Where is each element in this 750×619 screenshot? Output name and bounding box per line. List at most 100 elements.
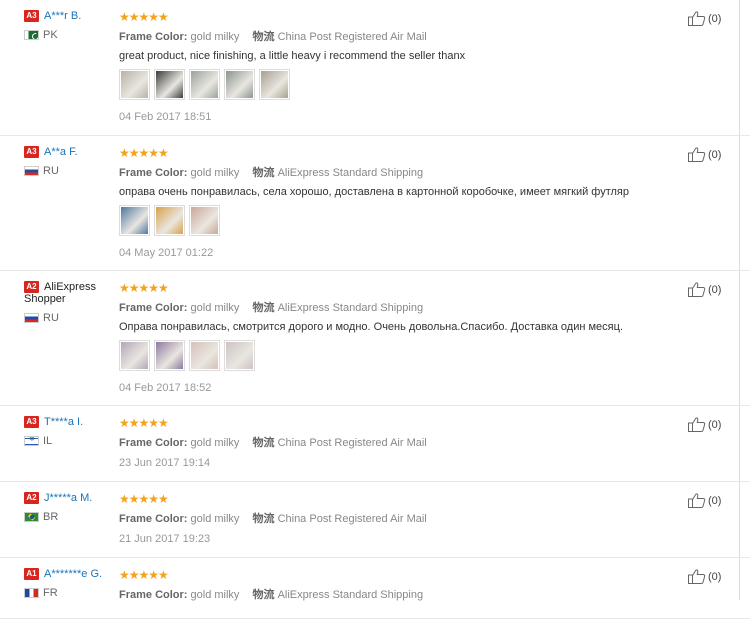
- shipping-label: 物流: [252, 513, 275, 525]
- level-badge: A3: [24, 146, 39, 159]
- order-attributes: Frame Color: gold milky 物流 China Post Re…: [119, 28, 679, 44]
- frame-color-value: gold milky: [190, 167, 240, 179]
- review-photo-thumbnail[interactable]: [224, 69, 255, 100]
- order-attributes: Frame Color: gold milky 物流 AliExpress St…: [119, 299, 679, 315]
- review-photo-thumbnail[interactable]: [154, 69, 185, 100]
- helpful-button[interactable]: (0): [688, 147, 721, 162]
- review-body: ★★★★★ Frame Color: gold milky 物流 China P…: [119, 10, 679, 123]
- frame-color-label: Frame Color:: [119, 513, 188, 525]
- reviewer-name[interactable]: A*******e G.: [44, 568, 102, 580]
- reviewer-info: A3 A**a F. RU: [24, 146, 116, 177]
- review-body: ★★★★★ Frame Color: gold milky 物流 AliExpr…: [119, 281, 679, 394]
- helpful-button[interactable]: (0): [688, 417, 721, 432]
- review-body: ★★★★★ Frame Color: gold milky 物流 China P…: [119, 492, 679, 545]
- shipping-label: 物流: [252, 589, 275, 601]
- level-badge: A1: [24, 568, 39, 581]
- review-photo-thumbnail[interactable]: [119, 69, 150, 100]
- helpful-count: (0): [708, 283, 722, 296]
- shipping-label: 物流: [252, 437, 275, 449]
- review-photo-thumbnail[interactable]: [259, 69, 290, 100]
- helpful-count: (0): [708, 148, 722, 161]
- reviewer-name[interactable]: A***r B.: [44, 10, 81, 22]
- review-item: A3 A**a F. RU ★★★★★ Frame Color: gold mil…: [0, 136, 750, 271]
- star-rating: ★★★★★: [119, 492, 169, 506]
- reviewer-country: RU: [24, 312, 116, 324]
- review-item: A1 A*******e G. FR ★★★★★ Frame Color: gol…: [0, 558, 750, 619]
- review-photo-thumbnail[interactable]: [119, 340, 150, 371]
- thumbs-up-icon: [688, 11, 706, 26]
- review-photo-thumbnail[interactable]: [154, 205, 185, 236]
- frame-color-value: gold milky: [190, 437, 240, 449]
- reviewer-country: RU: [24, 165, 116, 177]
- review-photo-thumbnail[interactable]: [154, 340, 185, 371]
- country-code: RU: [43, 312, 59, 325]
- star-rating: ★★★★★: [119, 416, 169, 430]
- review-photo-thumbnail[interactable]: [224, 340, 255, 371]
- frame-color-label: Frame Color:: [119, 589, 188, 601]
- reviewer-name[interactable]: T****a I.: [44, 416, 83, 428]
- review-text: оправа очень понравилась, села хорошо, д…: [119, 186, 630, 198]
- shipping-method: China Post Registered Air Mail: [277, 437, 427, 449]
- frame-color-value: gold milky: [190, 513, 240, 525]
- helpful-button[interactable]: (0): [688, 282, 721, 297]
- reviewer-info: A2 AliExpress Shopper RU: [24, 281, 116, 324]
- review-item: A2 AliExpress Shopper RU ★★★★★ Frame Colo…: [0, 271, 750, 406]
- helpful-count: (0): [708, 418, 722, 431]
- order-attributes: Frame Color: gold milky 物流 China Post Re…: [119, 434, 679, 450]
- reviewer-country: IL: [24, 435, 116, 447]
- helpful-button[interactable]: (0): [688, 569, 721, 584]
- thumbs-up-icon: [688, 569, 706, 584]
- review-photo-thumbnail[interactable]: [189, 340, 220, 371]
- review-photo-thumbnail[interactable]: [189, 205, 220, 236]
- reviewer-name[interactable]: A**a F.: [44, 146, 78, 158]
- frame-color-value: gold milky: [190, 31, 240, 43]
- review-photo-thumbnail[interactable]: [189, 69, 220, 100]
- country-flag-icon: [24, 30, 39, 41]
- country-flag-icon: [24, 588, 39, 599]
- country-flag-icon: [24, 313, 39, 324]
- reviewer-country: BR: [24, 511, 116, 523]
- star-rating: ★★★★★: [119, 146, 169, 160]
- country-code: PK: [43, 29, 58, 42]
- reviewer-country: PK: [24, 29, 116, 41]
- star-rating: ★★★★★: [119, 281, 169, 295]
- review-text: Оправа понравилась, смотрится дорого и м…: [119, 321, 623, 333]
- thumbs-up-icon: [688, 282, 706, 297]
- reviewer-name[interactable]: J*****a M.: [44, 492, 92, 504]
- shipping-label: 物流: [252, 302, 275, 314]
- review-photos: [119, 205, 679, 236]
- thumbs-up-icon: [688, 417, 706, 432]
- shipping-method: AliExpress Standard Shipping: [277, 302, 424, 314]
- country-flag-icon: [24, 512, 39, 523]
- review-item: A2 J*****a M. BR ★★★★★ Frame Color: gold …: [0, 482, 750, 558]
- shipping-label: 物流: [252, 31, 275, 43]
- helpful-button[interactable]: (0): [688, 11, 721, 26]
- review-date: 04 May 2017 01:22: [119, 247, 214, 259]
- helpful-count: (0): [708, 494, 722, 507]
- shipping-method: China Post Registered Air Mail: [277, 513, 427, 525]
- review-photos: [119, 340, 679, 371]
- country-code: BR: [43, 511, 59, 524]
- star-rating: ★★★★★: [119, 10, 169, 24]
- review-body: ★★★★★ Frame Color: gold milky 物流 China P…: [119, 416, 679, 469]
- country-flag-icon: [24, 436, 39, 447]
- shipping-label: 物流: [252, 167, 275, 179]
- level-badge: A3: [24, 416, 39, 429]
- level-badge: A2: [24, 281, 39, 294]
- review-body: ★★★★★ Frame Color: gold milky 物流 AliExpr…: [119, 568, 679, 609]
- reviewer-country: FR: [24, 587, 116, 599]
- helpful-count: (0): [708, 570, 722, 583]
- country-code: IL: [43, 435, 53, 448]
- review-photo-thumbnail[interactable]: [119, 205, 150, 236]
- order-attributes: Frame Color: gold milky 物流 China Post Re…: [119, 510, 679, 526]
- frame-color-value: gold milky: [190, 302, 240, 314]
- shipping-method: China Post Registered Air Mail: [277, 31, 427, 43]
- thumbs-up-icon: [688, 147, 706, 162]
- reviewer-info: A2 J*****a M. BR: [24, 492, 116, 523]
- star-rating: ★★★★★: [119, 568, 169, 582]
- frame-color-value: gold milky: [190, 589, 240, 601]
- helpful-button[interactable]: (0): [688, 493, 721, 508]
- shipping-method: AliExpress Standard Shipping: [277, 589, 424, 601]
- country-code: RU: [43, 165, 59, 178]
- level-badge: A2: [24, 492, 39, 505]
